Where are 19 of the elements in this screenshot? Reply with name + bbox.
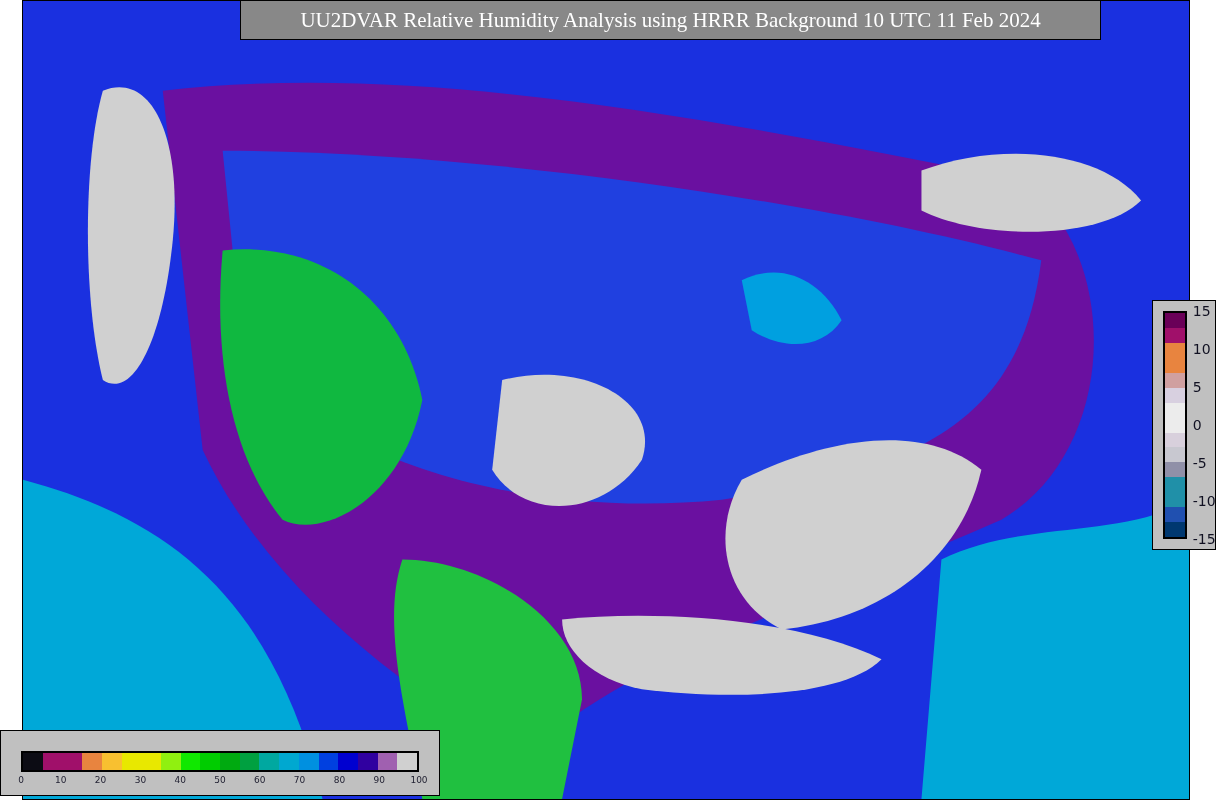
tick-label: 30 [134, 774, 147, 787]
map-title: UU2DVAR Relative Humidity Analysis using HRRR Background 10 UTC 11 Feb 2024 [240, 0, 1101, 40]
tick-label: 90 [373, 774, 385, 787]
tick-label: -10 [1192, 491, 1216, 511]
tick-label: 10 [55, 774, 67, 787]
tick-label: 50 [214, 774, 226, 787]
tick-label: -5 [1192, 453, 1207, 473]
tick-label: 100 [410, 774, 428, 787]
tick-label: 5 [1192, 377, 1202, 397]
tick-label: 70 [293, 774, 306, 787]
tick-label: 15 [1192, 301, 1211, 321]
tick-label: 0 [18, 774, 24, 787]
tick-label: 0 [1192, 415, 1202, 435]
tick-label: 10 [1192, 339, 1211, 359]
tick-label: 20 [94, 774, 107, 787]
tick-label: -15 [1192, 529, 1216, 549]
tick-label: 80 [333, 774, 346, 787]
tick-label: 60 [254, 774, 266, 787]
tick-label: 40 [174, 774, 186, 787]
